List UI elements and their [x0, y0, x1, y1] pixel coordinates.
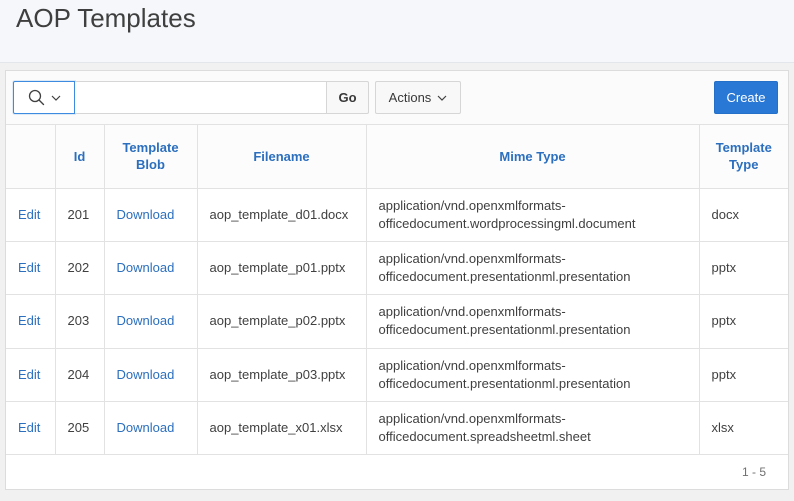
download-link[interactable]: Download [117, 313, 175, 328]
template-blob-cell: Download [104, 348, 198, 403]
edit-cell: Edit [6, 188, 56, 242]
table-row: Edit 205 Download aop_template_x01.xlsx … [6, 401, 788, 456]
edit-link[interactable]: Edit [18, 420, 40, 435]
template-type-cell: pptx [699, 241, 788, 296]
actions-button[interactable]: Actions [375, 81, 461, 114]
filename-cell: aop_template_p01.pptx [197, 241, 367, 296]
report-toolbar: Go Actions Create [6, 71, 788, 125]
template-type-cell: xlsx [699, 401, 788, 456]
mime-type-cell: application/vnd.openxmlformats-officedoc… [366, 294, 700, 349]
download-link[interactable]: Download [117, 420, 175, 435]
column-header-mime-type[interactable]: Mime Type [366, 125, 700, 189]
table-row: Edit 204 Download aop_template_p03.pptx … [6, 348, 788, 403]
id-cell: 203 [55, 294, 105, 349]
column-header-filename[interactable]: Filename [197, 125, 367, 189]
filename-cell: aop_template_x01.xlsx [197, 401, 367, 456]
filename-cell: aop_template_d01.docx [197, 188, 367, 242]
page-header: AOP Templates [0, 0, 794, 63]
id-cell: 201 [55, 188, 105, 242]
chevron-down-icon [51, 95, 61, 101]
mime-type-cell: application/vnd.openxmlformats-officedoc… [366, 241, 700, 296]
id-cell: 204 [55, 348, 105, 403]
filename-cell: aop_template_p03.pptx [197, 348, 367, 403]
chevron-down-icon [437, 95, 447, 101]
edit-link[interactable]: Edit [18, 260, 40, 275]
column-header-id[interactable]: Id [55, 125, 105, 189]
template-blob-cell: Download [104, 294, 198, 349]
report-region: Go Actions Create Id Template Blob Filen… [5, 70, 789, 491]
table-row: Edit 201 Download aop_template_d01.docx … [6, 188, 788, 242]
mime-type-cell: application/vnd.openxmlformats-officedoc… [366, 188, 700, 242]
table-row: Edit 203 Download aop_template_p02.pptx … [6, 294, 788, 349]
create-button[interactable]: Create [714, 81, 778, 114]
download-link[interactable]: Download [117, 260, 175, 275]
id-cell: 202 [55, 241, 105, 296]
column-header-template-type[interactable]: Template Type [699, 125, 788, 189]
edit-cell: Edit [6, 241, 56, 296]
mime-type-cell: application/vnd.openxmlformats-officedoc… [366, 348, 700, 403]
template-blob-cell: Download [104, 188, 198, 242]
template-type-cell: docx [699, 188, 788, 242]
download-link[interactable]: Download [117, 207, 175, 222]
report-table: Id Template Blob Filename Mime Type Temp… [6, 125, 788, 456]
search-input[interactable] [75, 81, 326, 114]
id-cell: 205 [55, 401, 105, 456]
search-column-button[interactable] [13, 81, 75, 114]
page-title: AOP Templates [16, 3, 196, 33]
filename-cell: aop_template_p02.pptx [197, 294, 367, 349]
template-blob-cell: Download [104, 401, 198, 456]
search-icon [28, 89, 45, 106]
edit-cell: Edit [6, 348, 56, 403]
mime-type-cell: application/vnd.openxmlformats-officedoc… [366, 401, 700, 456]
template-type-cell: pptx [699, 294, 788, 349]
template-blob-cell: Download [104, 241, 198, 296]
template-type-cell: pptx [699, 348, 788, 403]
edit-cell: Edit [6, 401, 56, 456]
edit-link[interactable]: Edit [18, 313, 40, 328]
edit-link[interactable]: Edit [18, 367, 40, 382]
column-header-template-blob[interactable]: Template Blob [104, 125, 198, 189]
actions-label: Actions [388, 90, 432, 105]
table-header-row: Id Template Blob Filename Mime Type Temp… [6, 125, 788, 189]
download-link[interactable]: Download [117, 367, 175, 382]
edit-cell: Edit [6, 294, 56, 349]
table-row: Edit 202 Download aop_template_p01.pptx … [6, 241, 788, 296]
edit-link[interactable]: Edit [18, 207, 40, 222]
pagination-label: 1 - 5 [741, 465, 766, 480]
report-footer: 1 - 5 [6, 455, 788, 489]
column-header-edit [6, 125, 56, 189]
go-button[interactable]: Go [326, 81, 369, 114]
